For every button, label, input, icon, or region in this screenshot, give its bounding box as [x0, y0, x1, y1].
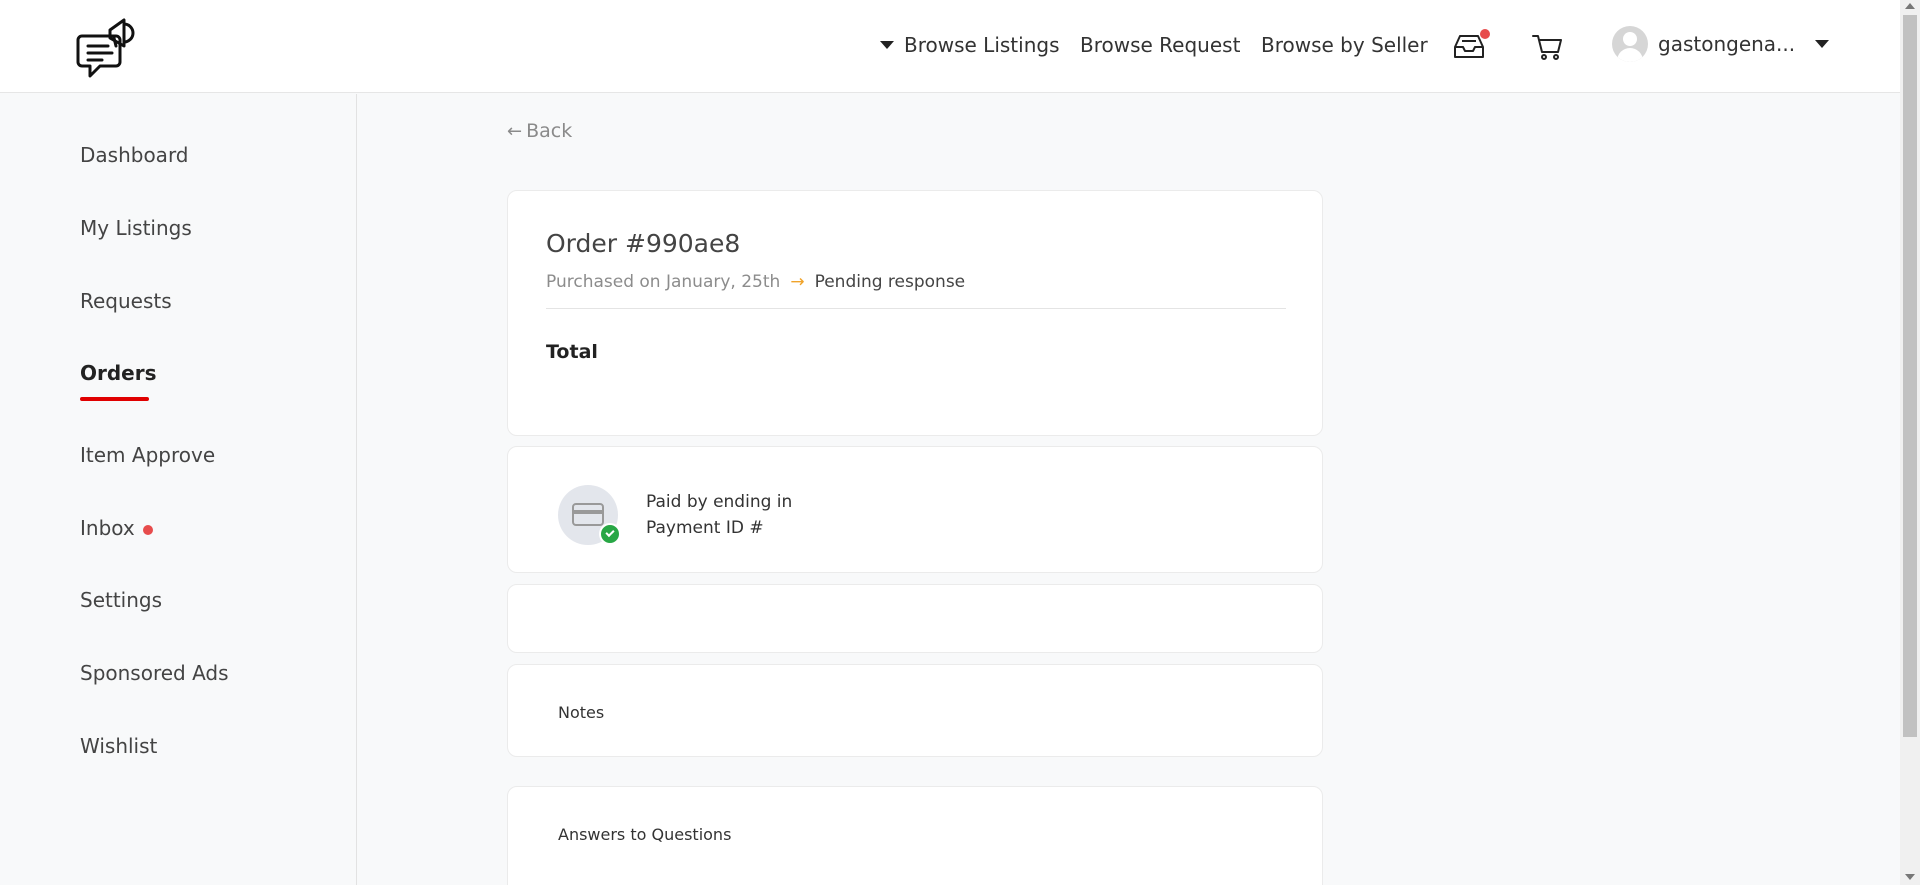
chevron-down-icon — [1815, 40, 1830, 48]
user-avatar-icon — [1612, 26, 1648, 62]
payment-method: Paid by ending in — [646, 492, 793, 512]
sidebar-item-orders[interactable]: Orders — [80, 358, 157, 388]
caret-down-icon — [880, 41, 894, 49]
sidebar-item-dashboard[interactable]: Dashboard — [80, 140, 189, 170]
sidebar-item-requests[interactable]: Requests — [80, 286, 172, 316]
browse-request-label: Browse Request — [1080, 33, 1241, 57]
payment-id: Payment ID # — [646, 518, 764, 538]
browse-listings-menu[interactable]: Browse Listings — [880, 30, 1060, 60]
scroll-down-icon[interactable] — [1905, 874, 1915, 880]
sidebar-item-inbox-label: Inbox — [80, 516, 135, 540]
order-summary-card: Order #990ae8 Purchased on January, 25th… — [507, 190, 1323, 436]
sidebar-item-inbox[interactable]: Inbox — [80, 513, 153, 543]
order-status-line: Purchased on January, 25th → Pending res… — [546, 272, 965, 292]
browse-by-seller-label: Browse by Seller — [1261, 33, 1428, 57]
inbox-notification-dot — [142, 524, 153, 535]
arrow-right-icon: → — [790, 272, 805, 292]
empty-card — [507, 584, 1323, 653]
divider — [546, 308, 1286, 309]
scroll-up-icon[interactable] — [1905, 3, 1915, 9]
sidebar-item-settings[interactable]: Settings — [80, 585, 162, 615]
order-status: Pending response — [814, 272, 966, 292]
payment-card: Paid by ending in Payment ID # — [507, 446, 1323, 573]
username: gastongena... — [1658, 32, 1796, 56]
chat-megaphone-logo[interactable] — [76, 12, 138, 80]
answers-label: Answers to Questions — [558, 825, 732, 844]
purchase-date: Purchased on January, 25th — [546, 272, 781, 292]
arrow-left-icon: ← — [507, 120, 523, 142]
notes-card: Notes — [507, 664, 1323, 757]
back-link[interactable]: ← Back — [507, 120, 572, 142]
vertical-scrollbar[interactable] — [1900, 0, 1920, 885]
sidebar-item-sponsored-ads[interactable]: Sponsored Ads — [80, 658, 229, 688]
sidebar-item-item-approve[interactable]: Item Approve — [80, 440, 215, 470]
order-title: Order #990ae8 — [546, 229, 741, 258]
user-menu[interactable]: gastongena... — [1612, 24, 1830, 64]
top-navbar: Browse Listings Browse Request Browse by… — [0, 0, 1900, 93]
sidebar-item-wishlist[interactable]: Wishlist — [80, 731, 157, 761]
browse-by-seller-link[interactable]: Browse by Seller — [1261, 30, 1428, 60]
notification-dot — [1480, 29, 1490, 39]
payment-details: Paid by ending in Payment ID # — [646, 489, 792, 541]
browse-request-link[interactable]: Browse Request — [1080, 30, 1240, 60]
sidebar-item-my-listings[interactable]: My Listings — [80, 213, 192, 243]
active-tab-indicator — [80, 397, 149, 401]
back-label: Back — [526, 120, 573, 142]
answers-card: Answers to Questions — [507, 786, 1323, 885]
notes-label: Notes — [558, 703, 605, 722]
browse-listings-label: Browse Listings — [904, 33, 1060, 57]
check-badge-icon — [599, 523, 621, 545]
scroll-thumb[interactable] — [1903, 15, 1917, 737]
order-total-label: Total — [546, 341, 598, 363]
shopping-cart-icon[interactable] — [1530, 28, 1566, 64]
